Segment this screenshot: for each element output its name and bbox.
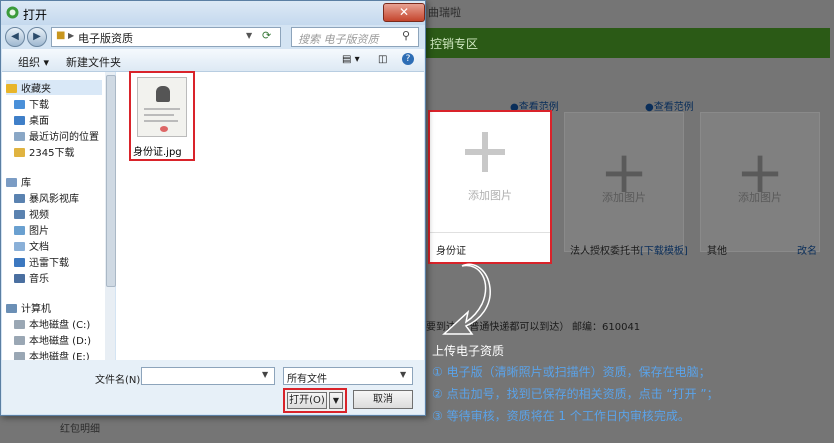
chevron-down-icon[interactable]: ▼ [246,31,252,40]
breadcrumb: 电子版资质 [78,32,133,45]
download-template-link[interactable]: [下载模板] [640,242,688,257]
filetype-value: 所有文件 [287,374,327,385]
nav-item[interactable]: 2345下载 [14,144,74,159]
search-input[interactable]: 搜索 电子版资质 ⚲ [291,27,419,47]
pictures-icon [14,226,25,235]
toolbar: 组织 ▾ 新建文件夹 ▤ ▾ ◫ ? [2,49,424,72]
nav-item[interactable]: 图片 [14,222,49,237]
new-folder-button[interactable]: 新建文件夹 [66,54,121,70]
address-box[interactable]: ■ ▶ 电子版资质 ▼ ⟳ [51,27,281,47]
library-icon [6,178,17,187]
back-button[interactable]: ◀ [5,27,25,47]
id-card-thumbnail [137,77,187,137]
add-image-text: 添加图片 [602,191,646,204]
nav-item[interactable]: 最近访问的位置 [14,128,99,143]
card-label: 其他 [707,246,727,257]
photo-icon [156,86,170,102]
title-bar[interactable]: 打开 ✕ [1,1,425,25]
card-label: 法人授权委托书 [570,246,640,257]
rename-link[interactable]: 改名 [797,242,817,257]
nav-item[interactable]: 迅雷下载 [14,254,69,269]
filename-label: 文件名(N): [95,375,144,386]
nav-favorites[interactable]: 收藏夹 [6,80,102,95]
open-dropdown-button[interactable]: ▼ [329,392,343,409]
help-icon[interactable]: ? [402,53,414,65]
desktop-icon [14,116,25,125]
section-title: 控销专区 [430,37,479,51]
cancel-button[interactable]: 取消 [353,390,413,409]
recent-icon [14,132,25,141]
app-icon [6,6,19,19]
star-icon [6,84,17,93]
address-bar: ◀ ▶ ■ ▶ 电子版资质 ▼ ⟳ 搜索 电子版资质 ⚲ [5,27,421,47]
add-image-text: 添加图片 [468,189,512,202]
add-image-text: 添加图片 [738,191,782,204]
music-icon [14,274,25,283]
computer-icon [6,304,17,313]
nav-item[interactable]: 音乐 [14,270,49,285]
documents-icon [14,242,25,251]
drive-icon [14,336,25,345]
upload-card[interactable]: + 添加图片 [700,112,820,252]
folder-icon: ■ [56,30,66,41]
nav-item[interactable]: 视频 [14,206,49,221]
video-library-icon [14,194,25,203]
instruction-step: ③ 等待审核，资质将在 1 个工作日内审核完成。 [432,409,690,423]
text-line [144,114,174,116]
close-button[interactable]: ✕ [383,3,425,22]
stamp-icon [160,126,168,132]
instructions-title: 上传电子资质 [432,344,505,358]
thunder-download-icon [14,258,25,267]
postcode: 邮编：610041 [572,322,641,333]
plus-icon-bar [465,149,505,155]
arrow-icon [442,263,491,335]
divider [430,232,550,233]
text-line [144,108,180,110]
footer-text: 红包明细 [60,424,100,435]
search-placeholder: 搜索 电子版资质 [298,33,379,46]
download-icon [14,100,25,109]
view-options-icon[interactable]: ▤ ▾ [342,54,360,65]
file-name: 身份证.jpg [133,147,182,158]
section-header: 控销专区 [420,28,830,58]
chevron-down-icon[interactable]: ▼ [262,370,268,379]
nav-item[interactable]: 文档 [14,238,49,253]
drive-icon [14,320,25,329]
open-button[interactable]: 打开(O) [287,392,327,409]
open-button-group: 打开(O) ▼ [283,388,347,413]
instructions: 上传电子资质 ① 电子版（清晰照片或扫描件）资质，保存在电脑； ② 点击加号，找… [432,342,832,429]
nav-item[interactable]: 暴风影视库 [14,190,79,205]
navigation-pane: 收藏夹 下载 桌面 最近访问的位置 2345下载 库 暴风影视库 视频 图片 文… [2,72,107,363]
view-example-link[interactable]: ●查看范例 [645,98,694,113]
nav-item[interactable]: 本地磁盘 (D:) [14,332,91,347]
forward-button[interactable]: ▶ [27,27,47,47]
filename-input[interactable]: ▼ [141,367,275,385]
text-line [144,120,178,122]
organize-button[interactable]: 组织 ▾ [18,54,49,70]
video-icon [14,210,25,219]
chevron-down-icon[interactable]: ▼ [400,370,406,379]
folder-icon [14,148,25,157]
open-file-dialog: 打开 ✕ ◀ ▶ ■ ▶ 电子版资质 ▼ ⟳ 搜索 电子版资质 ⚲ 组织 ▾ 新… [0,0,426,416]
bg-top-text: 曲瑞啦 [428,6,461,19]
chevron-right-icon: ▶ [68,31,75,40]
card-label: 身份证 [436,246,466,257]
nav-computer[interactable]: 计算机 [6,300,51,315]
nav-item[interactable]: 本地磁盘 (C:) [14,316,90,331]
upload-card[interactable]: + 添加图片 [564,112,684,252]
search-icon[interactable]: ⚲ [402,29,410,42]
instruction-step: ② 点击加号，找到已保存的相关资质，点击 “打开 ”； [432,387,719,401]
refresh-icon[interactable]: ⟳ [262,29,271,42]
nav-libraries[interactable]: 库 [6,174,31,189]
nav-item[interactable]: 桌面 [14,112,49,127]
dialog-title: 打开 [23,8,48,22]
nav-item[interactable]: 下载 [14,96,49,111]
instruction-step: ① 电子版（清晰照片或扫描件）资质，保存在电脑； [432,365,711,379]
scrollbar-thumb[interactable] [106,75,116,287]
preview-pane-icon[interactable]: ◫ [378,54,387,65]
